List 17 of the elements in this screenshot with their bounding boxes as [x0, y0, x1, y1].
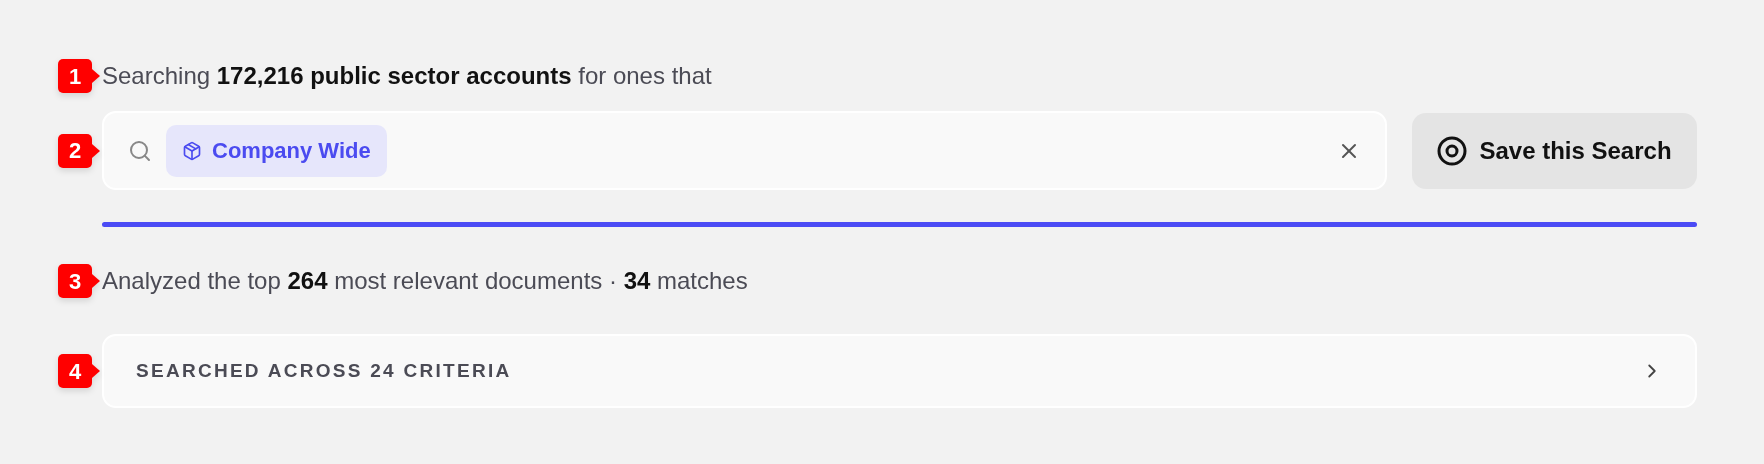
box-icon [182, 140, 202, 161]
target-icon [1437, 135, 1468, 166]
pointer-icon [92, 143, 100, 158]
step-number: 2 [58, 133, 92, 168]
criteria-expander[interactable]: SEARCHED ACROSS 24 CRITERIA [102, 334, 1697, 408]
pointer-icon [92, 274, 100, 288]
analysis-summary: Analyzed the top 264 most relevant documents · 34 matches [102, 266, 748, 296]
save-search-button[interactable]: Save this Search [1412, 112, 1697, 189]
search-field[interactable]: Company Wide [102, 111, 1387, 190]
step-number: 4 [58, 354, 92, 388]
step-number: 1 [58, 59, 92, 93]
search-icon [128, 138, 152, 163]
search-description: Searching 172,216 public sector accounts for ones that [102, 61, 712, 91]
filter-chip[interactable]: Company Wide [166, 124, 387, 177]
step-number: 3 [58, 264, 92, 298]
pointer-icon [92, 364, 100, 378]
pointer-icon [92, 69, 100, 83]
